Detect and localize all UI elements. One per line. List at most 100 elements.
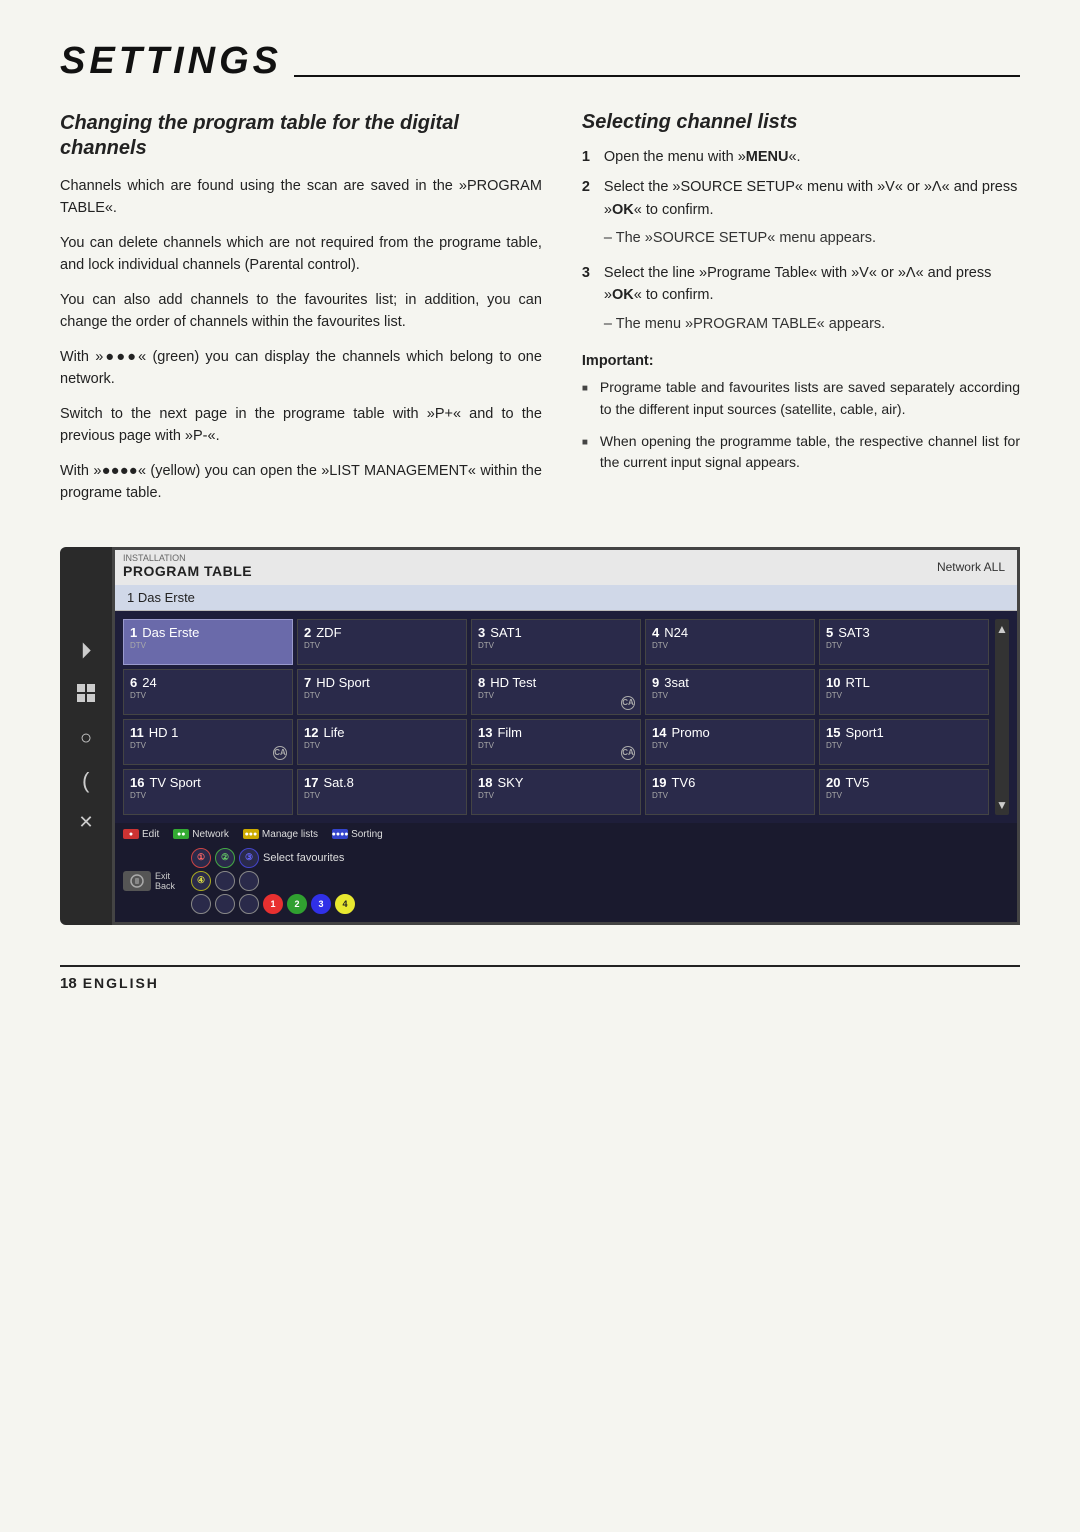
network-label: Network ALL [937, 560, 1005, 574]
btn-manage-dot: ●●● [243, 829, 259, 839]
channel-cell-10[interactable]: 10RTLDTV [819, 669, 989, 715]
circle-row-1: ① ② ③ Select favourites [191, 848, 355, 868]
ch-num-12: 12 [304, 725, 318, 740]
right-column: Selecting channel lists 1 Open the menu … [582, 111, 1020, 517]
btn-sorting[interactable]: ●●●● Sorting [332, 829, 383, 840]
page-title: SETTINGS [60, 40, 294, 83]
circle-num-1[interactable]: 1 [263, 894, 283, 914]
ch-type-16: DTV [130, 791, 286, 800]
circle-row-3: 1 2 3 4 [191, 894, 355, 914]
page-number: 18 [60, 975, 77, 992]
btn-manage[interactable]: ●●● Manage lists [243, 829, 318, 840]
channel-cell-15[interactable]: 15Sport1DTV [819, 719, 989, 765]
ch-type-10: DTV [826, 691, 982, 700]
channel-cell-3[interactable]: 3SAT1DTV [471, 619, 641, 665]
tv-sidebar: ⏵ ○ ) ✕ [60, 547, 112, 925]
ch-name-17: Sat.8 [323, 775, 353, 790]
circle-num-4[interactable]: 4 [335, 894, 355, 914]
step-1-text: Open the menu with »MENU«. [604, 149, 801, 165]
channel-cell-2[interactable]: 2ZDFDTV [297, 619, 467, 665]
sidebar-icon-disc[interactable]: ⏵ [80, 638, 91, 664]
channel-cell-6[interactable]: 624DTV [123, 669, 293, 715]
channel-cell-1[interactable]: 1Das ErsteDTV [123, 619, 293, 665]
ch-num-13: 13 [478, 725, 492, 740]
channel-cell-17[interactable]: 17Sat.8DTV [297, 769, 467, 815]
ch-num-3: 3 [478, 625, 485, 640]
scroll-bar[interactable]: ▲ ▼ [995, 619, 1009, 815]
channel-cell-11[interactable]: 11HD 1DTVCA [123, 719, 293, 765]
btn-edit[interactable]: ● Edit [123, 829, 159, 840]
ch-num-6: 6 [130, 675, 137, 690]
bullet-2-text: When opening the programme table, the re… [600, 431, 1020, 474]
para-1: Channels which are found using the scan … [60, 175, 542, 220]
step-2-sub: – The »SOURCE SETUP« menu appears. [604, 227, 876, 249]
bullet-1-text: Programe table and favourites lists are … [600, 377, 1020, 420]
sidebar-icon-x[interactable]: ✕ [78, 812, 93, 833]
btn-network[interactable]: ●● Network [173, 829, 229, 840]
circles-group: ① ② ③ Select favourites ④ 1 2 [191, 848, 355, 914]
circle-4[interactable]: ④ [191, 871, 211, 891]
step-3: 3 Select the line »Programe Table« with … [582, 262, 1020, 339]
channel-cell-20[interactable]: 20TV5DTV [819, 769, 989, 815]
channel-cell-16[interactable]: 16TV SportDTV [123, 769, 293, 815]
ch-type-7: DTV [304, 691, 460, 700]
ch-name-14: Promo [671, 725, 709, 740]
tv-selected-bar: 1 Das Erste [115, 585, 1017, 611]
channel-cell-19[interactable]: 19TV6DTV [645, 769, 815, 815]
circle-empty-3[interactable] [191, 894, 211, 914]
left-column: Changing the program table for the digit… [60, 111, 542, 517]
ch-num-15: 15 [826, 725, 840, 740]
para-2: You can delete channels which are not re… [60, 232, 542, 277]
channel-cell-4[interactable]: 4N24DTV [645, 619, 815, 665]
btn-manage-label: Manage lists [262, 829, 318, 840]
ch-type-9: DTV [652, 691, 808, 700]
ch-num-20: 20 [826, 775, 840, 790]
channel-cell-5[interactable]: 5SAT3DTV [819, 619, 989, 665]
btn-edit-label: Edit [142, 829, 159, 840]
channel-cell-13[interactable]: 13FilmDTVCA [471, 719, 641, 765]
circle-empty-1[interactable] [215, 871, 235, 891]
right-heading: Selecting channel lists [582, 111, 1020, 134]
ch-name-2: ZDF [316, 625, 341, 640]
ch-name-3: SAT1 [490, 625, 522, 640]
circle-1[interactable]: ① [191, 848, 211, 868]
ch-type-12: DTV [304, 741, 460, 750]
scroll-up-arrow[interactable]: ▲ [996, 623, 1008, 635]
circle-empty-2[interactable] [239, 871, 259, 891]
steps-list: 1 Open the menu with »MENU«. 2 Select th… [582, 146, 1020, 339]
channel-cell-9[interactable]: 93satDTV [645, 669, 815, 715]
step-2: 2 Select the »SOURCE SETUP« menu with »V… [582, 176, 1020, 253]
circle-num-2[interactable]: 2 [287, 894, 307, 914]
channel-cell-18[interactable]: 18SKYDTV [471, 769, 641, 815]
channel-cell-8[interactable]: 8HD TestDTVCA [471, 669, 641, 715]
ch-num-10: 10 [826, 675, 840, 690]
scroll-down-arrow[interactable]: ▼ [996, 799, 1008, 811]
sidebar-icon-grid[interactable] [75, 682, 97, 709]
circle-2[interactable]: ② [215, 848, 235, 868]
circle-num-3[interactable]: 3 [311, 894, 331, 914]
circle-empty-4[interactable] [215, 894, 235, 914]
channel-cell-12[interactable]: 12LifeDTV [297, 719, 467, 765]
para-4: With »●●●« (green) you can display the c… [60, 346, 542, 391]
channel-cell-14[interactable]: 14PromoDTV [645, 719, 815, 765]
sidebar-icon-circle[interactable]: ○ [80, 727, 92, 750]
program-table-label: PROGRAM TABLE [123, 563, 252, 579]
circle-empty-5[interactable] [239, 894, 259, 914]
ch-type-18: DTV [478, 791, 634, 800]
step-3-sub: – The menu »PROGRAM TABLE« appears. [604, 313, 885, 335]
ch-type-17: DTV [304, 791, 460, 800]
channel-cell-7[interactable]: 7HD SportDTV [297, 669, 467, 715]
channel-grid: 1Das ErsteDTV2ZDFDTV 3 SAT1 DTV 4N24DTV5SAT3… [123, 619, 989, 815]
tv-bottom-bar: ● Edit ●● Network ●●● Manage lists ●●●● … [115, 823, 1017, 844]
ch-name-8: HD Test [490, 675, 536, 690]
ch-type-15: DTV [826, 741, 982, 750]
exit-labels: Exit Back [155, 871, 175, 891]
sidebar-icon-paren[interactable]: ) [82, 768, 89, 794]
circle-3[interactable]: ③ [239, 848, 259, 868]
exit-back[interactable]: Exit Back [123, 871, 175, 891]
ch-type-6: DTV [130, 691, 286, 700]
ch-name-11: HD 1 [149, 725, 179, 740]
ch-num-8: 8 [478, 675, 485, 690]
step-2-num: 2 [582, 176, 598, 221]
bullet-1: ■ Programe table and favourites lists ar… [582, 377, 1020, 420]
